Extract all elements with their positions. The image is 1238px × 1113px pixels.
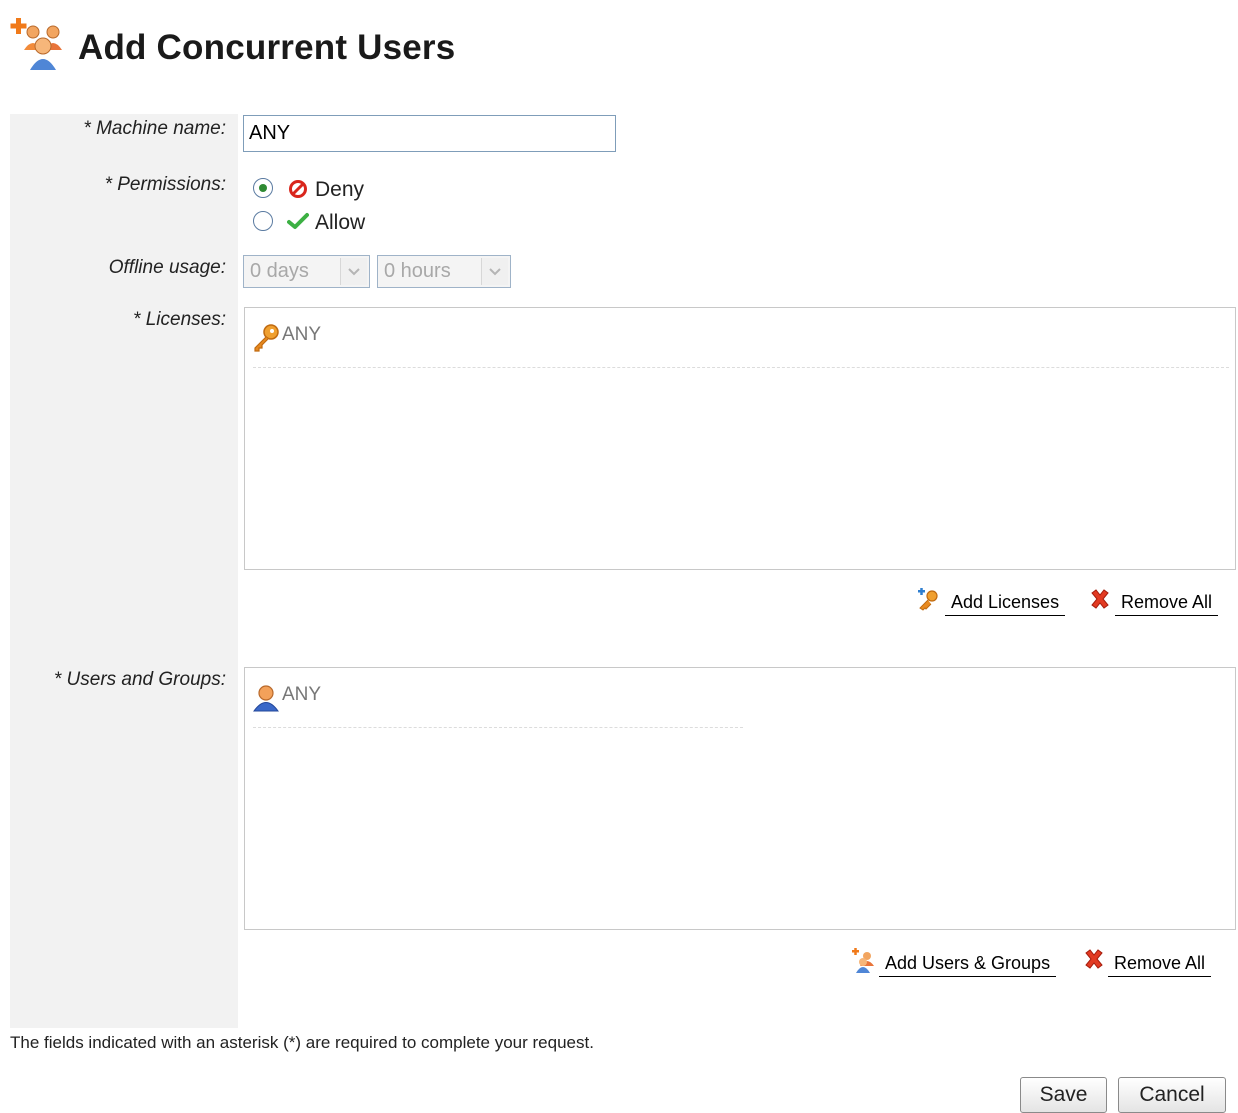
machine-name-input[interactable] xyxy=(243,115,616,152)
remove-all-users-link[interactable]: Remove All xyxy=(1108,952,1212,977)
deny-icon xyxy=(289,180,307,198)
deny-label: Deny xyxy=(315,178,365,201)
add-users-icon[interactable] xyxy=(851,948,877,974)
users-groups-list[interactable]: ANY xyxy=(244,667,1236,930)
add-users-icon xyxy=(10,18,62,70)
cancel-button[interactable]: Cancel xyxy=(1118,1077,1226,1113)
page-title: Add Concurrent Users xyxy=(78,28,456,67)
check-icon xyxy=(287,213,309,229)
add-license-icon[interactable] xyxy=(917,588,941,612)
save-button[interactable]: Save xyxy=(1020,1077,1107,1113)
allow-label: Allow xyxy=(315,211,366,234)
machine-name-label: * Machine name: xyxy=(83,118,226,139)
chevron-down-icon xyxy=(481,258,508,285)
licenses-list[interactable]: ANY xyxy=(244,307,1236,570)
deny-radio[interactable] xyxy=(253,178,273,198)
offline-hours-value: 0 hours xyxy=(384,260,451,282)
license-item-label: ANY xyxy=(282,324,322,345)
allow-radio[interactable] xyxy=(253,211,273,231)
offline-days-select[interactable]: 0 days xyxy=(243,255,370,288)
user-icon xyxy=(253,685,279,712)
label-column xyxy=(10,114,238,1028)
remove-all-licenses-link[interactable]: Remove All xyxy=(1115,591,1219,616)
chevron-down-icon xyxy=(340,258,367,285)
add-licenses-link[interactable]: Add Licenses xyxy=(945,591,1066,616)
permissions-label: * Permissions: xyxy=(104,174,226,195)
remove-icon[interactable] xyxy=(1089,588,1111,610)
offline-usage-label: Offline usage: xyxy=(108,257,226,278)
key-icon xyxy=(254,324,279,352)
row-divider xyxy=(253,727,743,728)
row-divider xyxy=(253,367,1229,368)
required-fields-note: The fields indicated with an asterisk (*… xyxy=(10,1033,594,1052)
user-item-label: ANY xyxy=(282,684,322,705)
users-groups-label: * Users and Groups: xyxy=(53,669,226,690)
licenses-label: * Licenses: xyxy=(133,309,226,330)
remove-icon[interactable] xyxy=(1083,948,1105,970)
offline-days-value: 0 days xyxy=(250,260,309,282)
offline-hours-select[interactable]: 0 hours xyxy=(377,255,511,288)
add-users-groups-link[interactable]: Add Users & Groups xyxy=(879,952,1057,977)
